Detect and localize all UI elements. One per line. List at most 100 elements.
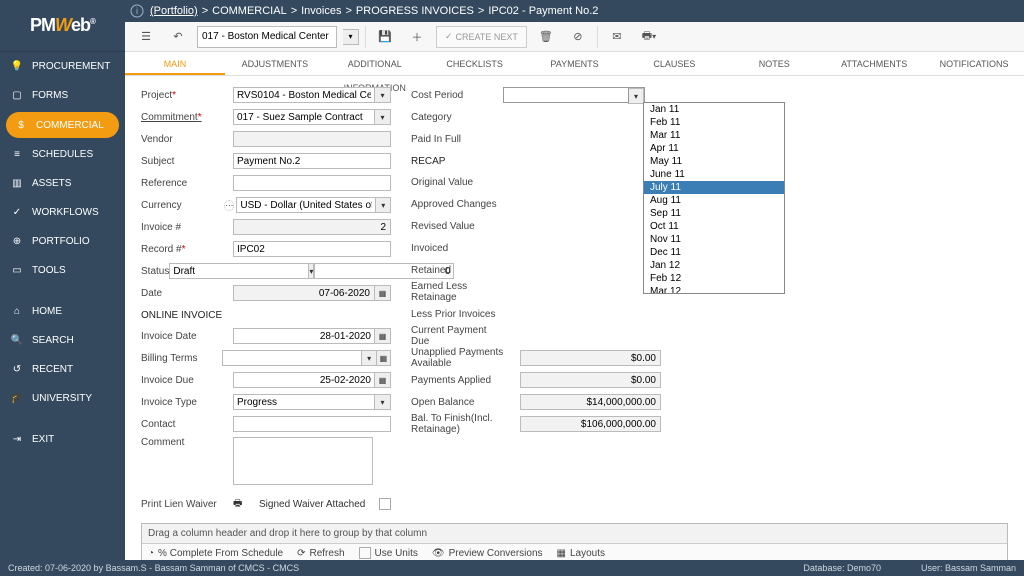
- cost-period-option[interactable]: June 11: [644, 168, 784, 181]
- tab-notes[interactable]: NOTES: [724, 52, 824, 75]
- sidebar-item-assets[interactable]: ▥ASSETS: [0, 169, 125, 198]
- billing-terms-field[interactable]: [222, 350, 362, 366]
- record-no-field[interactable]: [233, 241, 391, 257]
- contact-field[interactable]: [233, 416, 391, 432]
- tab-adjustments[interactable]: ADJUSTMENTS: [225, 52, 325, 75]
- sidebar-item-forms[interactable]: ▢FORMS: [0, 81, 125, 110]
- cost-period-option[interactable]: Apr 11: [644, 142, 784, 155]
- grid-preview-tool[interactable]: 👁Preview Conversions: [432, 548, 543, 559]
- sidebar-item-schedules[interactable]: ≡SCHEDULES: [0, 140, 125, 169]
- history-icon[interactable]: ↶: [165, 25, 191, 49]
- sidebar-item-tools[interactable]: ▭TOOLS: [0, 256, 125, 285]
- status-field[interactable]: [169, 263, 309, 279]
- bc-invoices[interactable]: Invoices: [301, 5, 341, 17]
- sidebar-item-label: FORMS: [32, 90, 68, 101]
- commitment-dd[interactable]: ▾: [375, 109, 391, 125]
- cost-period-option[interactable]: Nov 11: [644, 233, 784, 246]
- project-field[interactable]: [233, 87, 375, 103]
- bc-portfolio[interactable]: (Portfolio): [150, 5, 198, 17]
- sidebar-item-university[interactable]: 🎓UNIVERSITY: [0, 384, 125, 413]
- sidebar-item-label: PORTFOLIO: [32, 236, 90, 247]
- cost-period-option[interactable]: Aug 11: [644, 194, 784, 207]
- cost-period-dd[interactable]: ▾: [628, 88, 644, 104]
- delete-icon[interactable]: 🗑: [533, 25, 559, 49]
- units-checkbox[interactable]: [359, 547, 371, 559]
- form-col-1: Project▾ Commitment▾ Vendor Subject Refe…: [141, 86, 391, 513]
- subject-field[interactable]: [233, 153, 391, 169]
- invoice-due-field[interactable]: [233, 372, 375, 388]
- grid-layouts-tool[interactable]: ▦Layouts: [557, 548, 605, 559]
- grid-units-tool[interactable]: Use Units: [359, 547, 418, 559]
- email-icon[interactable]: ✉: [604, 25, 630, 49]
- cancel-icon[interactable]: ⊘: [565, 25, 591, 49]
- invoice-type-dd[interactable]: ▾: [375, 394, 391, 410]
- grid-refresh-tool[interactable]: ⟳Refresh: [297, 548, 344, 559]
- cost-period-dropdown[interactable]: Jan 11Feb 11Mar 11Apr 11May 11June 11Jul…: [643, 102, 785, 294]
- print-icon[interactable]: 🖶: [233, 496, 251, 513]
- cost-period-option[interactable]: Dec 11: [644, 246, 784, 259]
- invoice-type-field[interactable]: [233, 394, 375, 410]
- cost-period-option[interactable]: Mar 12: [644, 285, 784, 294]
- open-bal-label: Open Balance: [411, 397, 520, 408]
- cost-period-option[interactable]: Sep 11: [644, 207, 784, 220]
- grid-layouts-label: Layouts: [570, 548, 605, 559]
- invoice-no-field: [233, 219, 391, 235]
- signed-waiver-checkbox[interactable]: [379, 498, 391, 510]
- bc-record: IPC02 - Payment No.2: [488, 5, 598, 17]
- cost-period-option[interactable]: May 11: [644, 155, 784, 168]
- tab-additional[interactable]: ADDITIONAL INFORMATION: [325, 52, 425, 75]
- signed-waiver-label: Signed Waiver Attached: [251, 499, 379, 510]
- currency-more-icon[interactable]: ⋯: [224, 200, 234, 211]
- project-selector-dd[interactable]: ▾: [343, 29, 359, 45]
- tab-notifications[interactable]: NOTIFICATIONS: [924, 52, 1024, 75]
- currency-field[interactable]: [236, 197, 376, 213]
- create-next-button[interactable]: ✓CREATE NEXT: [436, 26, 527, 48]
- sidebar-item-portfolio[interactable]: ⊕PORTFOLIO: [0, 227, 125, 256]
- cost-period-option[interactable]: Feb 11: [644, 116, 784, 129]
- project-selector[interactable]: [197, 26, 337, 48]
- tab-attachments[interactable]: ATTACHMENTS: [824, 52, 924, 75]
- tab-main[interactable]: MAIN: [125, 52, 225, 75]
- date-cal-icon[interactable]: ▦: [375, 285, 391, 301]
- reference-field[interactable]: [233, 175, 391, 191]
- cost-period-option[interactable]: Feb 12: [644, 272, 784, 285]
- sidebar-item-search[interactable]: 🔍SEARCH: [0, 326, 125, 355]
- app-logo: PMWeb®: [0, 0, 125, 52]
- save-icon[interactable]: 💾: [372, 25, 398, 49]
- tab-clauses[interactable]: CLAUSES: [624, 52, 724, 75]
- comment-label: Comment: [141, 437, 233, 448]
- add-icon[interactable]: ＋: [404, 25, 430, 49]
- cost-period-option[interactable]: Oct 11: [644, 220, 784, 233]
- print-icon[interactable]: 🖶▾: [636, 25, 662, 49]
- commitment-field[interactable]: [233, 109, 375, 125]
- invoice-due-cal-icon[interactable]: ▦: [375, 372, 391, 388]
- billing-terms-cal-icon[interactable]: ▦: [377, 350, 391, 366]
- comment-field[interactable]: [233, 437, 373, 485]
- sidebar-item-home[interactable]: ⌂HOME: [0, 297, 125, 326]
- grid-pct-tool[interactable]: ◔% Complete From Schedule: [148, 548, 283, 559]
- cost-period-option[interactable]: Mar 11: [644, 129, 784, 142]
- date-field[interactable]: [233, 285, 375, 301]
- sidebar-item-recent[interactable]: ↺RECENT: [0, 355, 125, 384]
- project-dd[interactable]: ▾: [375, 87, 391, 103]
- invoice-date-field[interactable]: [233, 328, 375, 344]
- bc-commercial[interactable]: COMMERCIAL: [212, 5, 287, 17]
- sidebar-item-commercial[interactable]: $COMMERCIAL: [6, 112, 119, 138]
- tab-checklists[interactable]: CHECKLISTS: [425, 52, 525, 75]
- currency-dd[interactable]: ▾: [376, 197, 391, 213]
- cost-period-field[interactable]: ▾: [503, 87, 645, 103]
- bc-progress[interactable]: PROGRESS INVOICES: [356, 5, 474, 17]
- sidebar-item-procurement[interactable]: 💡PROCUREMENT: [0, 52, 125, 81]
- cost-period-option[interactable]: Jan 12: [644, 259, 784, 272]
- commitment-label[interactable]: Commitment: [141, 112, 233, 123]
- grid-group-hint[interactable]: Drag a column header and drop it here to…: [142, 524, 1007, 544]
- earned-less-label: Earned Less Retainage: [411, 281, 503, 303]
- sidebar-item-exit[interactable]: ⇥EXIT: [0, 425, 125, 454]
- list-icon[interactable]: ☰: [133, 25, 159, 49]
- sidebar-item-workflows[interactable]: ✓WORKFLOWS: [0, 198, 125, 227]
- billing-terms-dd[interactable]: ▾: [362, 350, 376, 366]
- invoice-date-cal-icon[interactable]: ▦: [375, 328, 391, 344]
- tab-payments[interactable]: PAYMENTS: [525, 52, 625, 75]
- cost-period-option[interactable]: Jan 11: [644, 103, 784, 116]
- cost-period-option[interactable]: July 11: [644, 181, 784, 194]
